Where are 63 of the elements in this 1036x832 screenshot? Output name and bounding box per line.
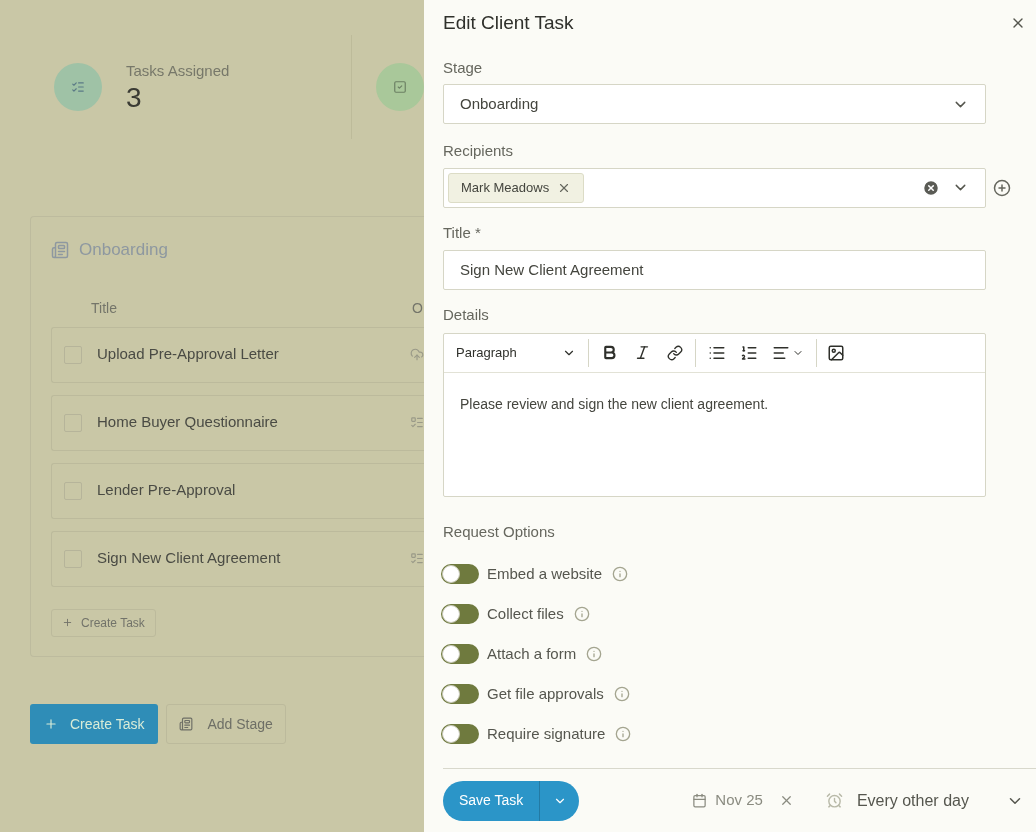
details-editor[interactable]: Paragraph Please review and sign the new client agreement. bbox=[443, 332, 986, 497]
task-row[interactable]: Sign New Client Agreement bbox=[51, 530, 424, 587]
toggle-switch[interactable] bbox=[441, 684, 479, 705]
plus-icon bbox=[62, 617, 73, 628]
option-label: Get file approvals bbox=[487, 683, 604, 704]
field-label: Title * bbox=[443, 222, 482, 243]
task-title: Sign New Client Agreement bbox=[97, 548, 282, 569]
image-icon[interactable] bbox=[827, 343, 845, 362]
link-icon[interactable] bbox=[667, 344, 683, 361]
task-row[interactable]: Home Buyer Questionnaire bbox=[51, 394, 424, 451]
toggle-switch[interactable] bbox=[441, 724, 479, 745]
italic-icon[interactable] bbox=[634, 344, 651, 362]
option-label: Require signature bbox=[487, 723, 606, 744]
save-task-button[interactable]: Save Task bbox=[443, 780, 580, 821]
stage-icon bbox=[179, 717, 194, 731]
toggle-switch[interactable] bbox=[441, 604, 479, 625]
details-text: Please review and sign the new client agreement. bbox=[460, 395, 769, 412]
info-icon[interactable] bbox=[586, 646, 603, 663]
paragraph-select[interactable]: Paragraph bbox=[444, 338, 589, 367]
title-input[interactable]: Sign New Client Agreement bbox=[443, 250, 986, 291]
list-icon bbox=[410, 415, 424, 430]
repeat-select[interactable]: Every other day bbox=[856, 788, 1006, 813]
field-label: Recipients bbox=[443, 141, 515, 162]
due-date[interactable]: Nov 25 bbox=[715, 789, 763, 812]
alarm-clock-icon bbox=[825, 792, 843, 810]
task-row[interactable]: Upload Pre-Approval Letter bbox=[51, 326, 424, 383]
field-label: Stage bbox=[443, 57, 484, 78]
recipients-select[interactable]: Mark Meadows bbox=[443, 167, 986, 208]
info-icon[interactable] bbox=[573, 606, 590, 623]
option-label: Embed a website bbox=[487, 563, 603, 584]
info-icon[interactable] bbox=[615, 726, 632, 743]
numbered-list-icon[interactable] bbox=[740, 343, 758, 362]
stage-title: Onboarding bbox=[79, 239, 168, 261]
section-label: Request Options bbox=[443, 521, 556, 542]
add-stage-button[interactable]: Add Stage bbox=[166, 704, 286, 744]
task-title: Upload Pre-Approval Letter bbox=[97, 344, 280, 365]
info-icon[interactable] bbox=[613, 686, 630, 703]
toggle-switch[interactable] bbox=[441, 644, 479, 665]
task-title: Home Buyer Questionnaire bbox=[97, 412, 279, 433]
stat-value: 3 bbox=[126, 82, 143, 115]
plus-icon bbox=[44, 717, 58, 731]
calendar-icon[interactable] bbox=[692, 793, 708, 809]
clear-icon[interactable] bbox=[922, 178, 940, 197]
recipient-chip: Mark Meadows bbox=[448, 172, 585, 203]
field-label: Details bbox=[443, 305, 490, 326]
panel-title: Edit Client Task bbox=[443, 11, 574, 36]
stage-select[interactable]: Onboarding bbox=[443, 84, 986, 125]
task-title: Lender Pre-Approval bbox=[97, 480, 237, 501]
create-task-button[interactable]: Create Task bbox=[51, 608, 156, 637]
create-task-button[interactable]: Create Task bbox=[30, 704, 159, 744]
toggle-switch[interactable] bbox=[441, 564, 479, 585]
bold-icon[interactable] bbox=[601, 344, 618, 362]
column-header: Title bbox=[91, 299, 118, 318]
info-icon[interactable] bbox=[612, 566, 629, 583]
add-recipient-icon[interactable] bbox=[993, 178, 1011, 197]
option-label: Attach a form bbox=[487, 643, 577, 664]
stat-label: Tasks Assigned bbox=[126, 60, 230, 81]
list-icon bbox=[410, 551, 424, 566]
stage-icon bbox=[51, 240, 69, 259]
task-row[interactable]: Lender Pre-Approval bbox=[51, 462, 424, 519]
cloud-upload-icon bbox=[410, 347, 424, 362]
option-label: Collect files bbox=[487, 603, 564, 624]
column-header: O bbox=[412, 299, 423, 318]
